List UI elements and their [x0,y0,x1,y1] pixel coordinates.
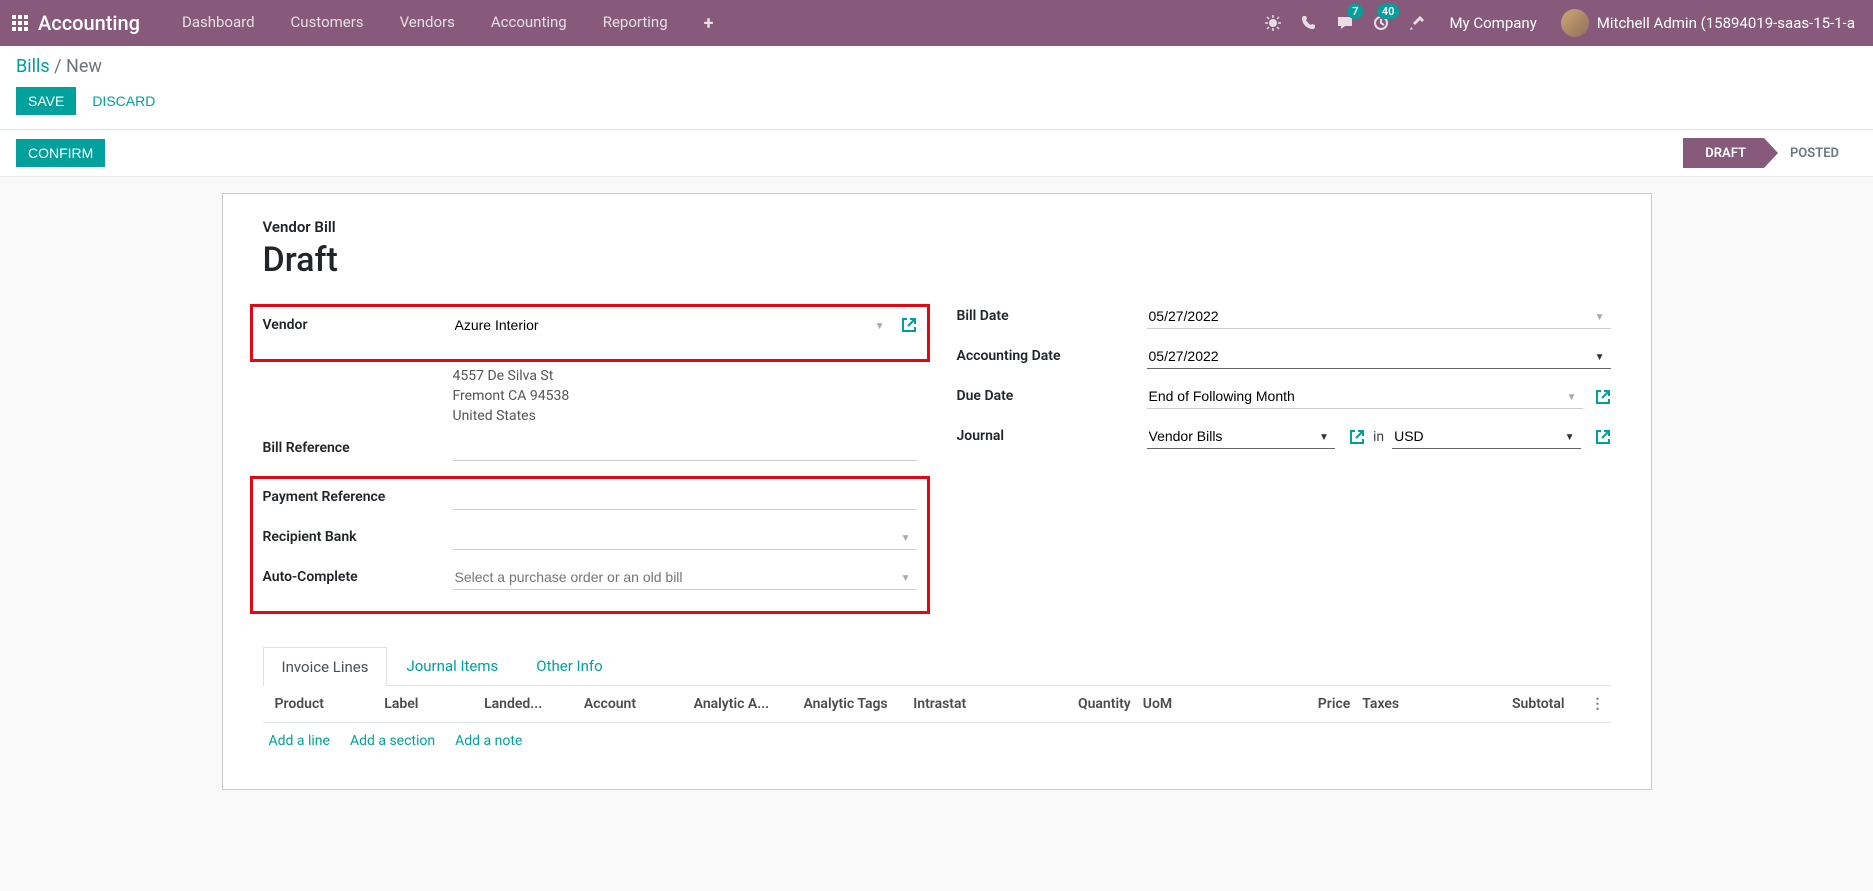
bill-ref-input[interactable] [453,436,917,461]
due-date-label: Due Date [957,384,1147,404]
col-account: Account [578,696,688,712]
messages-icon[interactable]: 7 [1327,0,1363,46]
recipient-bank-label: Recipient Bank [263,525,453,545]
user-name: Mitchell Admin (15894019-saas-15-1-a [1597,14,1855,32]
table-header: Product Label Landed... Account Analytic… [263,686,1611,723]
add-note-link[interactable]: Add a note [455,733,522,749]
external-link-icon[interactable] [1595,429,1611,445]
tabs-wrap: Invoice Lines Journal Items Other Info P… [263,646,1611,759]
bill-date-input[interactable] [1147,304,1611,329]
currency-input[interactable] [1392,424,1580,449]
col-subtotal: Subtotal [1506,696,1585,712]
add-section-link[interactable]: Add a section [350,733,435,749]
accounting-date-label: Accounting Date [957,344,1147,364]
col-landed: Landed... [478,696,578,712]
vendor-highlight: Vendor ▼ [250,304,930,362]
payment-ref-input[interactable] [453,485,917,510]
control-panel: Bills / New SAVE DISCARD [0,46,1873,130]
col-analytic-tags: Analytic Tags [797,696,907,712]
debug-icon[interactable] [1255,0,1291,46]
journal-label: Journal [957,424,1147,444]
status-pills: DRAFT POSTED [1683,138,1857,168]
tools-icon[interactable] [1399,0,1435,46]
company-selector[interactable]: My Company [1435,14,1550,32]
breadcrumb-bills[interactable]: Bills [16,56,50,77]
tab-invoice-lines[interactable]: Invoice Lines [263,647,388,686]
kebab-icon[interactable]: ⋮ [1585,696,1605,712]
form-title: Draft [263,240,1611,280]
discard-button[interactable]: DISCARD [80,87,167,115]
vendor-label: Vendor [263,313,453,333]
accounting-date-input[interactable] [1147,344,1611,369]
tab-journal-items[interactable]: Journal Items [387,646,517,685]
menu-add[interactable]: + [686,1,732,46]
status-draft[interactable]: DRAFT [1683,138,1764,168]
right-column: Bill Date ▼ Accounting Date ▼ Due Date [957,304,1611,622]
payment-ref-label: Payment Reference [263,485,453,505]
vendor-addr-3: United States [453,406,917,426]
menu-accounting[interactable]: Accounting [473,1,585,46]
phone-icon[interactable] [1291,0,1327,46]
external-link-icon[interactable] [1595,389,1611,405]
col-analytic-account: Analytic A... [688,696,798,712]
add-line-link[interactable]: Add a line [269,733,330,749]
form-subtitle: Vendor Bill [263,218,1611,236]
breadcrumb-sep: / [50,56,66,77]
form-sheet: Vendor Bill Draft Vendor ▼ [222,193,1652,790]
col-quantity: Quantity [1047,696,1137,712]
payment-highlight: Payment Reference Recipient Bank ▼ A [250,476,930,614]
left-column: Vendor ▼ [263,304,917,622]
external-link-icon[interactable] [1349,429,1365,445]
menu-vendors[interactable]: Vendors [382,1,473,46]
activities-icon[interactable]: 40 [1363,0,1399,46]
activities-badge: 40 [1377,4,1400,19]
vendor-input[interactable] [453,313,891,337]
bill-date-label: Bill Date [957,304,1147,324]
external-link-icon[interactable] [901,317,917,333]
due-date-input[interactable] [1147,384,1583,409]
journal-in-label: in [1373,429,1384,445]
bill-ref-label: Bill Reference [263,436,453,456]
user-avatar-icon [1561,9,1589,37]
messages-badge: 7 [1347,4,1363,19]
apps-icon[interactable] [12,15,28,31]
vendor-addr-2: Fremont CA 94538 [453,386,917,406]
col-taxes: Taxes [1356,696,1506,712]
confirm-button[interactable]: CONFIRM [16,139,105,167]
user-menu[interactable]: Mitchell Admin (15894019-saas-15-1-a [1551,9,1865,37]
breadcrumb-current: New [66,56,102,77]
col-intrastat: Intrastat [907,696,1047,712]
vendor-addr-1: 4557 De Silva St [453,366,917,386]
main-menu: Dashboard Customers Vendors Accounting R… [164,1,731,46]
menu-customers[interactable]: Customers [273,1,382,46]
line-actions: Add a line Add a section Add a note [263,723,1611,759]
journal-input[interactable] [1147,424,1335,449]
tab-other-info[interactable]: Other Info [517,646,621,685]
col-product: Product [269,696,379,712]
save-button[interactable]: SAVE [16,87,76,115]
auto-complete-label: Auto-Complete [263,565,453,585]
col-uom: UoM [1137,696,1287,712]
menu-dashboard[interactable]: Dashboard [164,1,273,46]
breadcrumb: Bills / New [16,56,1857,77]
status-bar: CONFIRM DRAFT POSTED [0,130,1873,177]
auto-complete-input[interactable] [453,565,917,590]
top-navbar: Accounting Dashboard Customers Vendors A… [0,0,1873,46]
tabs: Invoice Lines Journal Items Other Info [263,646,1611,686]
menu-reporting[interactable]: Reporting [585,1,686,46]
col-label: Label [378,696,478,712]
recipient-bank-input[interactable] [453,525,917,550]
app-brand[interactable]: Accounting [38,11,140,35]
col-price: Price [1286,696,1356,712]
